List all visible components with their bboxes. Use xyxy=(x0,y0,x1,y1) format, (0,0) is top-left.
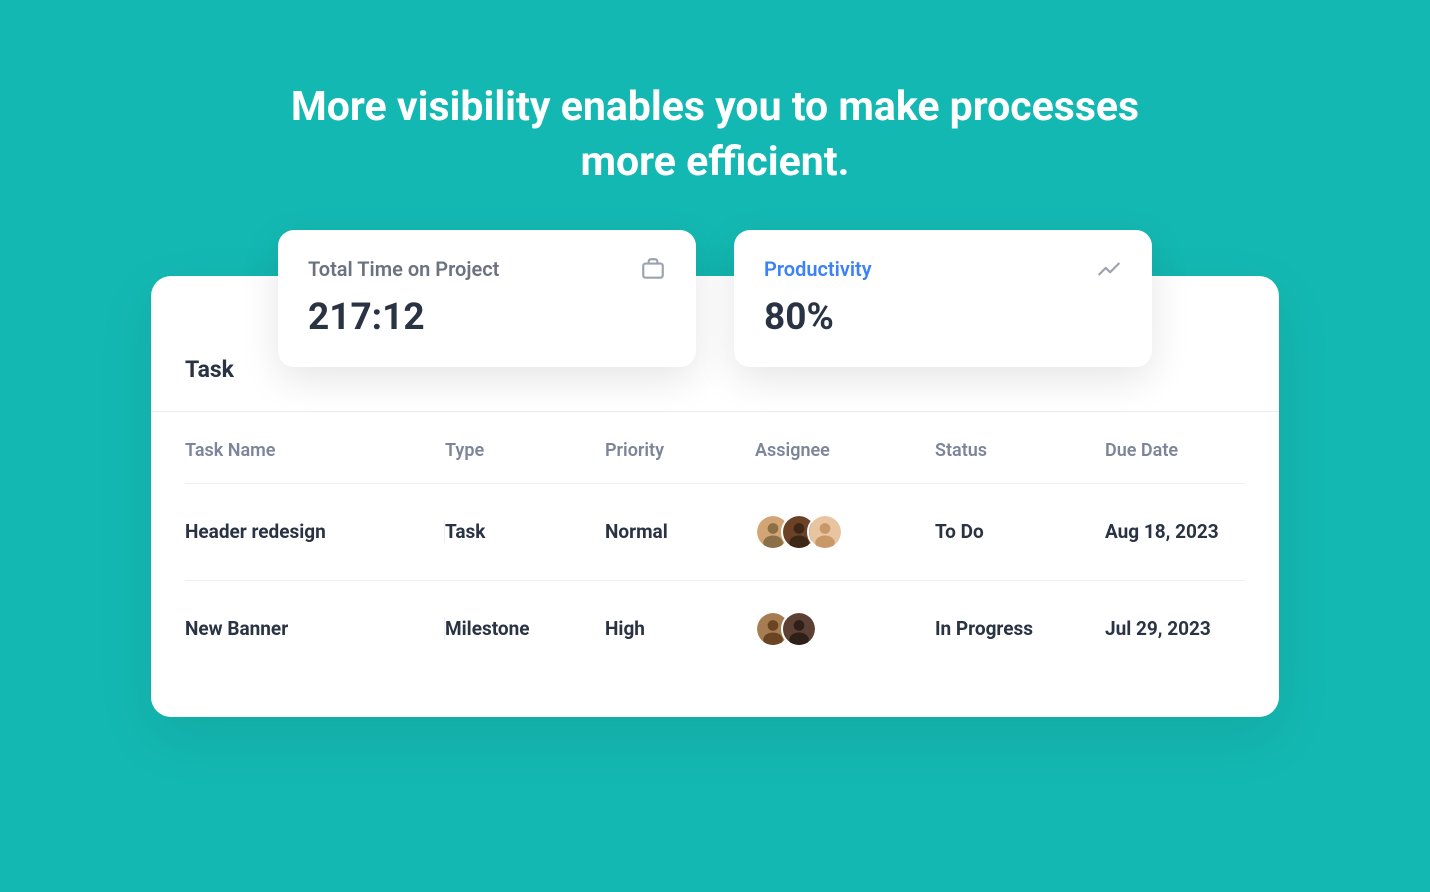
cell-priority: Normal xyxy=(605,520,755,543)
cell-task-name: Header redesign xyxy=(185,520,445,543)
stat-label-productivity: Productivity xyxy=(764,257,872,281)
cell-status: To Do xyxy=(935,520,1105,543)
avatar xyxy=(781,611,817,647)
trend-icon xyxy=(1096,256,1122,282)
cell-priority: High xyxy=(605,617,755,640)
cell-status: In Progress xyxy=(935,617,1105,640)
stat-label-time: Total Time on Project xyxy=(308,257,499,281)
cell-type: Task xyxy=(445,520,605,543)
cell-due-date: Aug 18, 2023 xyxy=(1105,520,1245,543)
table-header: Task Name Type Priority Assignee Status … xyxy=(185,412,1245,484)
stat-value-productivity: 80% xyxy=(764,296,1122,339)
avatar-group xyxy=(755,514,935,550)
cell-task-name: New Banner xyxy=(185,617,445,640)
avatar xyxy=(807,514,843,550)
stat-value-time: 217:12 xyxy=(308,296,666,339)
stat-card-total-time: Total Time on Project 217:12 xyxy=(278,230,696,367)
task-table: Task Name Type Priority Assignee Status … xyxy=(151,412,1279,717)
stat-cards: Total Time on Project 217:12 Productivit… xyxy=(151,230,1279,367)
col-header-due-date[interactable]: Due Date xyxy=(1105,440,1245,461)
cell-type: Milestone xyxy=(445,617,605,640)
cell-due-date: Jul 29, 2023 xyxy=(1105,617,1245,640)
cell-assignee xyxy=(755,611,935,647)
col-header-status[interactable]: Status xyxy=(935,440,1105,461)
dashboard-container: Total Time on Project 217:12 Productivit… xyxy=(151,276,1279,717)
col-header-name[interactable]: Task Name xyxy=(185,440,445,461)
briefcase-icon xyxy=(640,256,666,282)
col-header-type[interactable]: Type xyxy=(445,440,605,461)
avatar-group xyxy=(755,611,935,647)
table-row[interactable]: New Banner Milestone High In Progress Ju… xyxy=(185,581,1245,677)
col-header-priority[interactable]: Priority xyxy=(605,440,755,461)
stat-card-productivity: Productivity 80% xyxy=(734,230,1152,367)
cell-assignee xyxy=(755,514,935,550)
col-header-assignee[interactable]: Assignee xyxy=(755,440,935,461)
headline: More visibility enables you to make proc… xyxy=(265,80,1165,191)
table-row[interactable]: Header redesign Task Normal xyxy=(185,484,1245,581)
